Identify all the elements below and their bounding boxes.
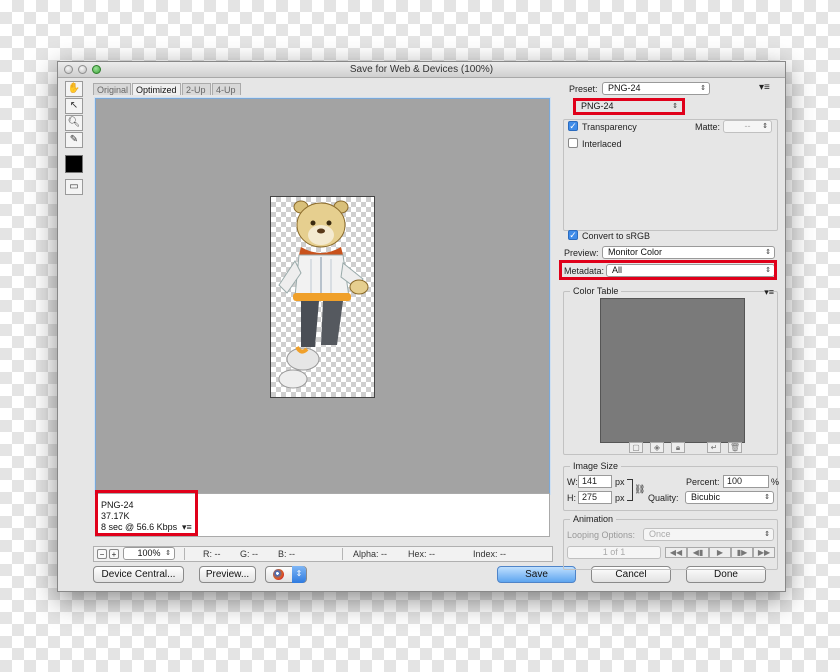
zoom-in-icon[interactable]: +: [109, 549, 119, 559]
tab-optimized[interactable]: Optimized: [132, 83, 181, 95]
preview-label: Preview:: [564, 248, 599, 258]
zoom-select[interactable]: 100% ⇕: [123, 547, 175, 560]
web-shift-icon[interactable]: ◈: [650, 442, 664, 453]
toggle-slices-icon[interactable]: ▭: [65, 179, 83, 195]
color-table-swatches[interactable]: [600, 298, 745, 443]
image-size-group: Image Size W: 141 px H: 275 px ⛓ Percent…: [563, 461, 780, 511]
readout-g: G: --: [240, 549, 258, 559]
tab-4up[interactable]: 4-Up: [212, 83, 241, 95]
panel-menu-icon[interactable]: ▾≡: [759, 82, 770, 93]
preview-button[interactable]: Preview...: [199, 566, 256, 583]
eyedropper-color-swatch[interactable]: [65, 155, 83, 173]
frame-counter: 1 of 1: [567, 546, 661, 559]
lock-color-icon[interactable]: 🔒︎: [671, 442, 685, 453]
chevron-updown-icon: ⇕: [165, 550, 171, 557]
readout-alpha: Alpha: --: [353, 549, 388, 559]
height-input[interactable]: 275: [578, 491, 612, 504]
format-options-group: [563, 119, 778, 231]
device-central-button[interactable]: Device Central...: [93, 566, 184, 583]
zoom-tool-icon[interactable]: 🔍︎: [65, 115, 83, 131]
constrain-bracket: [627, 479, 633, 501]
preview-canvas[interactable]: [95, 98, 550, 494]
quality-value: Bicubic: [691, 492, 721, 502]
status-bar: − + 100% ⇕ R: -- G: -- B: -- Alpha: -- He…: [93, 546, 553, 562]
new-color-icon[interactable]: ↵: [707, 442, 721, 453]
color-table-group: Color Table ▾≡ ▢ ◈ 🔒︎ ↵ 🗑︎: [563, 286, 778, 455]
preview-select[interactable]: Monitor Color ⇕: [602, 246, 775, 259]
interlaced-checkbox[interactable]: [568, 138, 578, 148]
delete-color-icon[interactable]: 🗑︎: [728, 442, 742, 453]
matte-select[interactable]: -- ⇕: [723, 120, 772, 133]
preview-value: Monitor Color: [608, 247, 663, 257]
tab-2up[interactable]: 2-Up: [182, 83, 211, 95]
highlight-info: [95, 490, 198, 536]
chevron-updown-icon: ⇕: [764, 494, 770, 501]
animation-label: Animation: [570, 514, 617, 524]
next-frame-icon[interactable]: ▮▶: [731, 547, 753, 558]
chevron-updown-icon: ⇕: [762, 123, 768, 130]
quality-select[interactable]: Bicubic ⇕: [685, 491, 774, 504]
chevron-updown-icon: ⇕: [764, 531, 770, 538]
interlaced-label: Interlaced: [582, 139, 622, 149]
tab-original[interactable]: Original: [93, 83, 131, 95]
height-unit: px: [615, 493, 625, 503]
matte-label: Matte:: [695, 122, 721, 132]
browser-select[interactable]: ⇕: [265, 566, 307, 583]
looping-label: Looping Options:: [567, 530, 636, 540]
percent-unit: %: [771, 477, 780, 487]
save-for-web-window: Save for Web & Devices (100%) ✋ ↖ 🔍︎ ✎ ▭…: [57, 61, 786, 592]
width-input[interactable]: 141: [578, 475, 612, 488]
height-label: H:: [567, 493, 576, 503]
play-icon[interactable]: ▶: [709, 547, 731, 558]
percent-input[interactable]: 100: [723, 475, 769, 488]
chevron-updown-icon: ⇕: [292, 566, 306, 583]
zoom-level: 100%: [137, 548, 161, 558]
animation-group: Animation Looping Options: Once ⇕ 1 of 1 …: [563, 514, 778, 570]
matte-value: --: [744, 121, 751, 131]
transparency-checkbox[interactable]: ✓: [568, 121, 578, 131]
readout-hex: Hex: --: [408, 549, 435, 559]
divider: [342, 548, 343, 560]
link-chain-icon[interactable]: ⛓: [634, 484, 645, 495]
looping-value: Once: [649, 529, 671, 539]
quality-label: Quality:: [648, 493, 679, 503]
highlight-metadata: [559, 260, 777, 280]
transparency-label: Transparency: [582, 122, 637, 132]
readout-b: B: --: [278, 549, 295, 559]
divider: [184, 548, 185, 560]
percent-label: Percent:: [686, 477, 720, 487]
width-label: W:: [567, 477, 578, 487]
hand-tool-icon[interactable]: ✋: [65, 81, 83, 97]
readout-index: Index: --: [473, 549, 507, 559]
color-table-menu-icon[interactable]: ▾≡: [764, 287, 774, 298]
preset-value: PNG-24: [608, 83, 641, 93]
color-table-label: Color Table: [570, 286, 622, 296]
width-unit: px: [615, 477, 625, 487]
convert-srgb-label: Convert to sRGB: [582, 231, 651, 241]
readout-r: R: --: [203, 549, 221, 559]
optimized-image: [270, 196, 375, 398]
eyedropper-tool-icon[interactable]: ✎: [65, 132, 83, 148]
window-title: Save for Web & Devices (100%): [349, 64, 494, 75]
last-frame-icon[interactable]: ▶▶: [753, 547, 775, 558]
looping-select[interactable]: Once ⇕: [643, 528, 774, 541]
preset-select[interactable]: PNG-24 ⇕: [602, 82, 710, 95]
character-illustration: [278, 200, 369, 389]
browser-icon: [273, 569, 284, 580]
image-size-label: Image Size: [570, 461, 622, 471]
convert-srgb-checkbox[interactable]: ✓: [568, 230, 578, 240]
toolbox: ✋ ↖ 🔍︎ ✎ ▭: [63, 81, 85, 199]
title-bar[interactable]: Save for Web & Devices (100%): [58, 62, 785, 78]
preset-label: Preset:: [569, 84, 598, 94]
chevron-updown-icon: ⇕: [700, 85, 706, 92]
chevron-updown-icon: ⇕: [765, 249, 771, 256]
first-frame-icon[interactable]: ◀◀: [665, 547, 687, 558]
previous-frame-icon[interactable]: ◀▮: [687, 547, 709, 558]
highlight-format: [573, 98, 685, 115]
map-color-icon[interactable]: ▢: [629, 442, 643, 453]
slice-select-tool-icon[interactable]: ↖: [65, 98, 83, 114]
zoom-out-icon[interactable]: −: [97, 549, 107, 559]
